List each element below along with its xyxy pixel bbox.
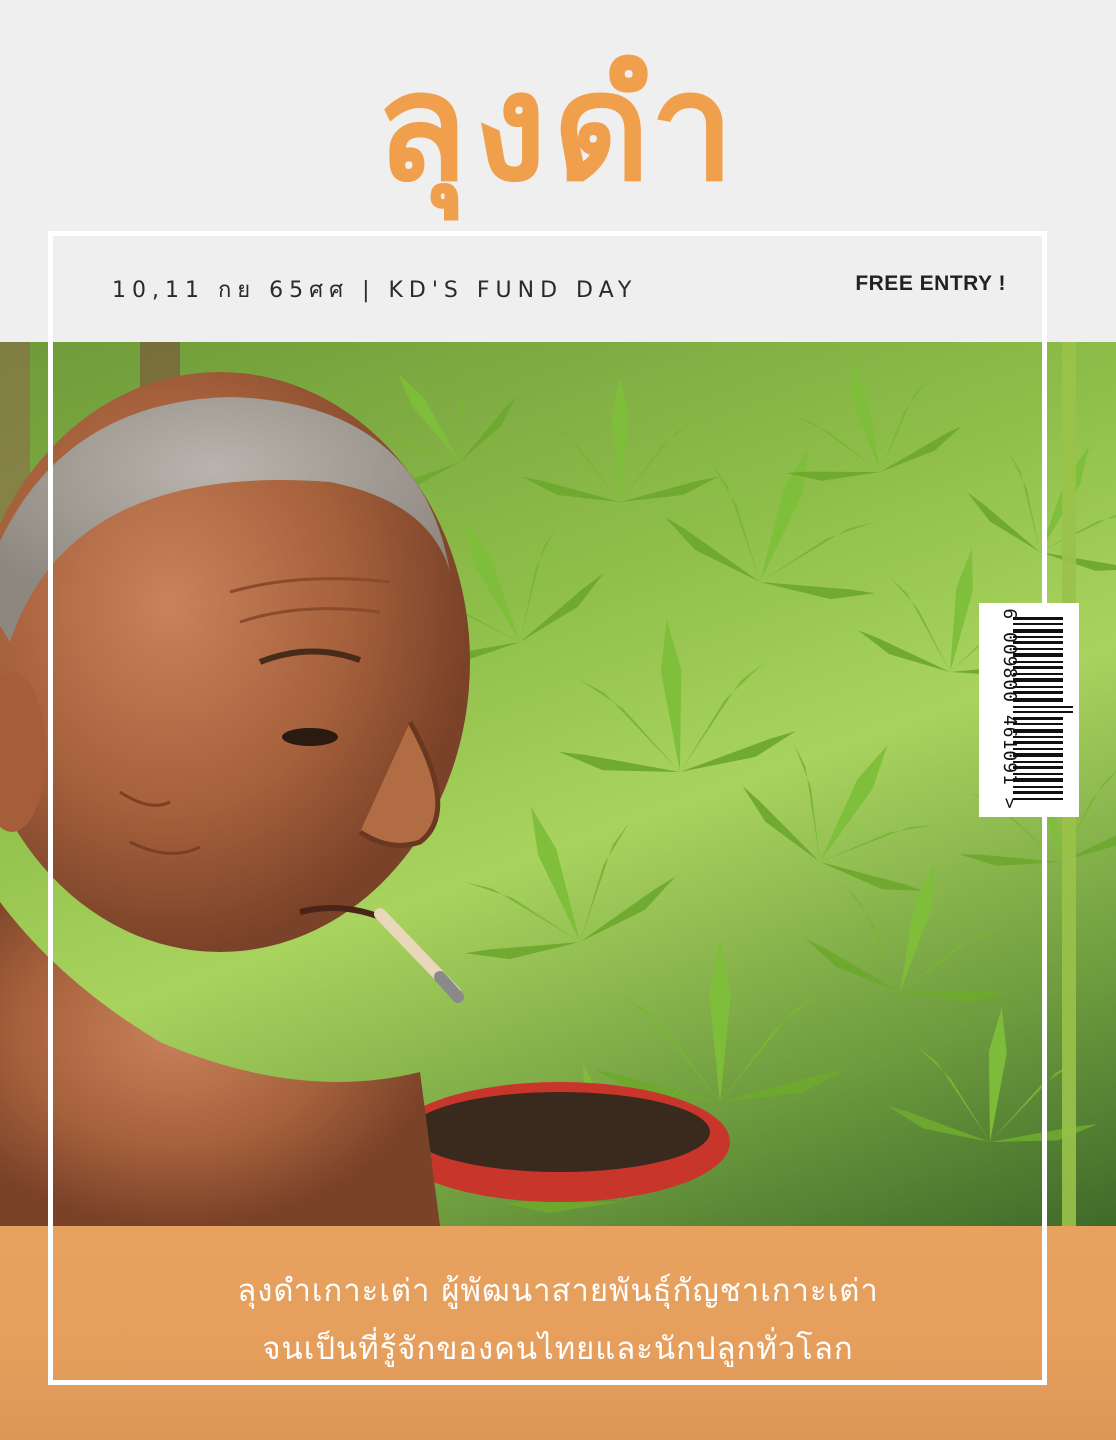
cover-caption: ลุงดำเกาะเต่า ผู้พัฒนาสายพันธุ์กัญชาเกาะ… (0, 1262, 1116, 1378)
cover-title: ลุงดำ (375, 41, 741, 215)
caption-line-1: ลุงดำเกาะเต่า ผู้พัฒนาสายพันธุ์กัญชาเกาะ… (237, 1273, 879, 1309)
issue-info-bar: 10,11 กย 65ศศ | KD'S FUND DAY FREE ENTRY… (0, 262, 1116, 312)
barcode-bars (1013, 617, 1073, 800)
cover-photo (0, 342, 1116, 1226)
issue-line: 10,11 กย 65ศศ | KD'S FUND DAY (112, 278, 638, 303)
magazine-cover: ลุงดำ 10,11 กย 65ศศ | KD'S FUND DAY FREE… (0, 0, 1116, 1440)
barcode-number: 6 009800 461091 > (999, 608, 1020, 810)
barcode: 6 009800 461091 > (979, 603, 1079, 817)
cover-photo-illustration (0, 342, 1116, 1226)
free-entry-badge: FREE ENTRY ! (855, 272, 1006, 295)
caption-line-2: จนเป็นที่รู้จักของคนไทยและนักปลูกทั่วโลก (262, 1331, 854, 1367)
